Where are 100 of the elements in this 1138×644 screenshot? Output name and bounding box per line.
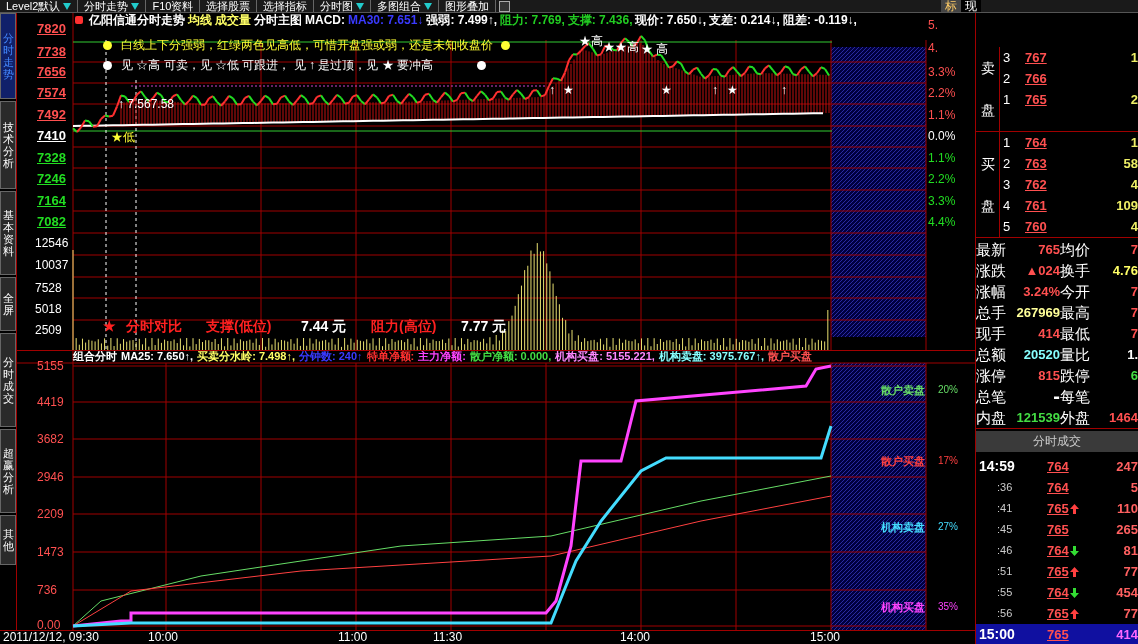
trade-row[interactable]: 14:59 764 247 [976, 456, 1138, 477]
side-tab[interactable]: 基本资料 [0, 191, 16, 275]
trade-time: :51 [996, 564, 1014, 579]
trade-row[interactable]: :51 765 77 [976, 561, 1138, 582]
flow-axis-label: 736 [37, 583, 58, 597]
quote-value: 6 [1130, 367, 1138, 385]
arrow-marker: ↑ [549, 83, 555, 97]
trade-row[interactable]: :56 765 77 [976, 603, 1138, 624]
side-tab[interactable]: 超赢分析 [0, 429, 16, 513]
trade-row[interactable]: :36 764 5 [976, 477, 1138, 498]
percent-axis-label: 2.2% [928, 172, 956, 186]
legend-label: 机构买盘 [881, 600, 925, 614]
time-axis-label: 2011/12/12, 09:30 [3, 630, 99, 644]
flow-axis-label: 5155 [37, 359, 64, 373]
trade-time: :46 [996, 543, 1014, 558]
trade-row[interactable]: :46 764 81 [976, 540, 1138, 561]
legend-label: 阻力(高位) [371, 318, 437, 334]
flow-axis-label: 0.00 [37, 618, 61, 630]
percent-label: 20% [938, 383, 958, 397]
trade-price: 765 [1047, 521, 1069, 539]
trade-volume: 77 [1123, 563, 1138, 581]
time-axis-label: 11:30 [433, 630, 463, 644]
percent-axis-label: 0.0% [928, 129, 956, 143]
indicator-label: 均线 [188, 13, 212, 27]
level-number: 3 [1003, 176, 1012, 194]
trades-tab[interactable]: 分时成交 [976, 431, 1138, 452]
quote-value: 7 [1130, 241, 1138, 259]
percent-axis-label: 1.1% [928, 108, 956, 122]
quote-value: - [1053, 386, 1060, 407]
trade-volume: 265 [1116, 521, 1138, 539]
level-number: 4 [1003, 197, 1012, 215]
side-tab[interactable]: 分时成交 [0, 333, 16, 427]
note-text: 见 ☆高 可卖，见 ☆低 可跟进， 见 ↑ 是过顶，见 ★ 要冲高 [121, 58, 433, 72]
indicator-label: 散户买盘 [768, 351, 812, 363]
group-label: 买盘 [980, 154, 995, 216]
level-number: 1 [1003, 134, 1012, 152]
indicator-label: 买卖分水岭: 7.498↑, [197, 351, 295, 363]
quote-label: 总手 [976, 303, 1007, 323]
quote-label: 涨停 [976, 366, 1007, 386]
indicator-label: 机构买盘: 5155.221, [555, 351, 655, 363]
legend-label: 分时对比 [126, 318, 182, 334]
price-axis-label: 7492 [37, 108, 66, 122]
indicator-label: 阻力: 7.769, [500, 13, 565, 27]
trade-row[interactable]: :41 765 110 [976, 498, 1138, 519]
trade-row[interactable]: :45 765 265 [976, 519, 1138, 540]
star-marker: ★ [661, 83, 672, 97]
percent-axis-label: 5. [928, 18, 938, 32]
indicator-label: 阻差: -0.119↓, [782, 13, 857, 27]
quote-label: 内盘 [976, 408, 1007, 428]
indicator-label: MA25: 7.650↑, [121, 351, 194, 363]
volume-axis-label: 10037 [35, 258, 69, 272]
panel-tab[interactable]: 标 [941, 0, 962, 12]
volume-value: 1 [1130, 134, 1138, 152]
trade-time: :55 [996, 585, 1014, 600]
quote-label: 总额 [976, 345, 1007, 365]
trade-volume: 414 [1116, 626, 1138, 644]
volume-axis-label: 5018 [35, 302, 62, 316]
price-value: 763 [1025, 155, 1048, 173]
trade-time: :36 [996, 480, 1014, 495]
side-tab[interactable]: 全屏 [0, 277, 16, 331]
trade-price: 764 [1047, 479, 1069, 497]
percent-axis-label: 3.3% [928, 65, 956, 79]
indicator-label: 机构卖盘: 3975.767↑, [658, 351, 764, 363]
legend-label: ★ [103, 318, 116, 334]
quote-value: 3.24% [1023, 283, 1060, 301]
quote-value: 20520 [1023, 346, 1060, 364]
flow-axis-label: 4419 [37, 395, 64, 409]
quote-label: 现手 [976, 324, 1007, 344]
side-tab[interactable]: 其他 [0, 515, 16, 565]
quote-label: 最高 [1060, 303, 1091, 323]
panel-tab[interactable]: 现 [961, 0, 982, 12]
trade-row[interactable]: :55 764 454 [976, 582, 1138, 603]
quote-value: 4.76 [1112, 262, 1138, 280]
time-axis-label: 10:00 [148, 630, 179, 644]
quote-label: 跌停 [1060, 366, 1091, 386]
side-tab[interactable]: 分时走势 [0, 13, 16, 99]
quote-label: 每笔 [1060, 387, 1091, 407]
trade-time: :41 [996, 501, 1014, 516]
indicator-label: MA30: 7.651↓ [348, 13, 424, 27]
indicator-label: 现价: 7.650↓, [635, 13, 707, 27]
indicator-label: 特单净额: [366, 351, 415, 363]
percent-axis-label: 1.1% [928, 151, 956, 165]
trade-row[interactable]: 15:00 765 414 [976, 624, 1138, 644]
percent-label: 35% [938, 600, 958, 614]
quote-value: 7 [1130, 304, 1138, 322]
price-axis-label: 7164 [37, 194, 66, 208]
flow-axis-label: 3682 [37, 432, 64, 446]
indicator-label: 散户净额: 0.000, [469, 351, 552, 363]
trade-volume: 77 [1123, 605, 1138, 623]
side-tab[interactable]: 技术分析 [0, 101, 16, 189]
trade-price: 765 [1047, 605, 1069, 623]
volume-axis-label: 12546 [35, 236, 69, 250]
legend-label: 散户买盘 [881, 454, 925, 468]
price-axis-label: 7656 [37, 65, 66, 79]
price-value: 765 [1025, 91, 1048, 109]
level-number: 5 [1003, 218, 1012, 236]
volume-value: 1 [1130, 49, 1138, 67]
price-value: 764 [1025, 134, 1048, 152]
quote-label: 外盘 [1060, 408, 1091, 428]
flow-axis-label: 1473 [37, 545, 64, 559]
